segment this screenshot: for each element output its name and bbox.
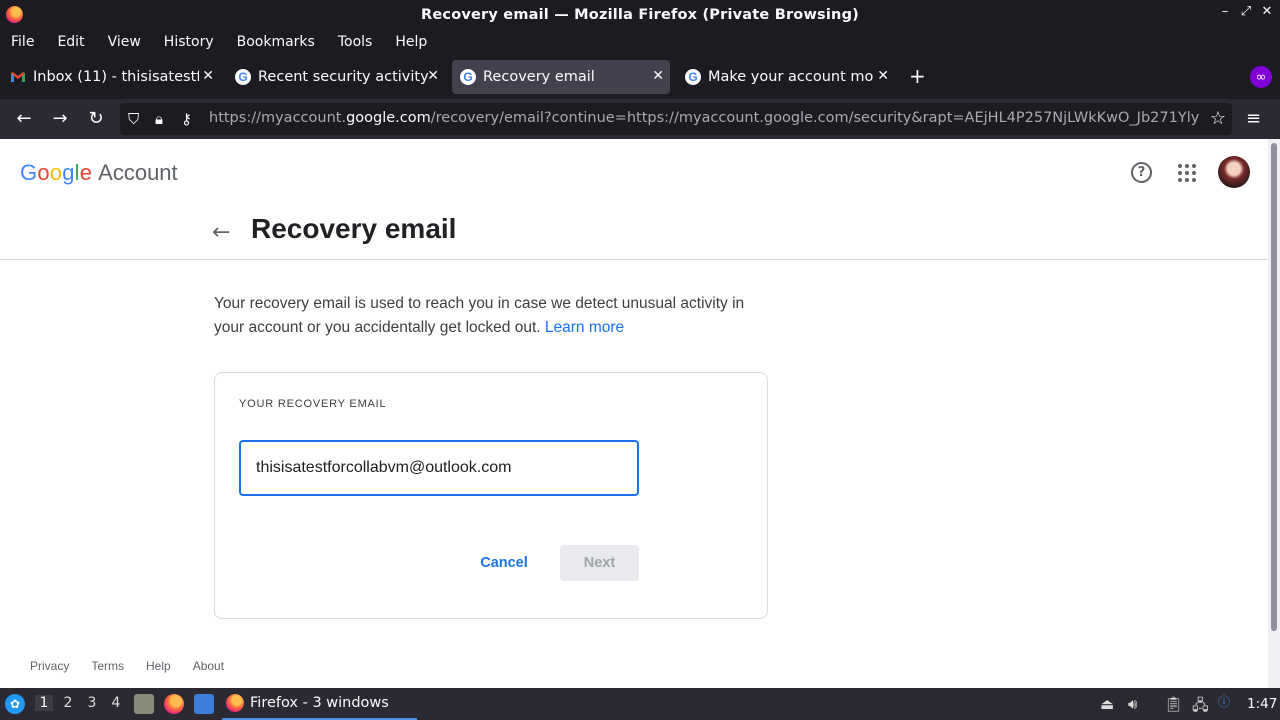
gmail-icon — [10, 69, 26, 85]
menu-tools[interactable]: Tools — [338, 34, 373, 50]
footer-help-link[interactable]: Help — [146, 659, 171, 673]
page-scrollbar[interactable] — [1268, 139, 1280, 688]
private-browsing-icon: ∞ — [1250, 66, 1272, 88]
file-manager-icon[interactable] — [134, 694, 154, 714]
taskbar-firefox-task[interactable]: Firefox - 3 windows — [222, 688, 417, 720]
bookmark-star-icon[interactable]: ☆ — [1210, 108, 1226, 129]
desktop-icon[interactable] — [194, 694, 214, 714]
network-icon[interactable]: 🖧 — [1192, 695, 1209, 720]
next-button[interactable]: Next — [560, 545, 639, 581]
forward-icon[interactable]: → — [48, 108, 72, 129]
minimize-icon[interactable]: – — [1215, 4, 1235, 19]
footer-about-link[interactable]: About — [193, 659, 224, 673]
tab-make-account[interactable]: G Make your account more ✕ — [677, 60, 895, 94]
url-suffix: /recovery/email?continue=https://myaccou… — [430, 110, 1199, 126]
firefox-icon — [226, 694, 244, 712]
start-menu-icon[interactable]: ✿ — [5, 694, 25, 714]
tab-strip: Inbox (11) - thisisatestfor ✕ G Recent s… — [0, 54, 1280, 99]
apps-grid-icon[interactable] — [1178, 164, 1196, 182]
header-divider — [0, 259, 1268, 260]
url-text[interactable]: https://myaccount.google.com/recovery/em… — [209, 110, 1199, 126]
tab-label: Make your account more — [708, 69, 874, 85]
back-arrow-icon[interactable]: ← — [212, 220, 230, 245]
workspace-2[interactable]: 2 — [59, 695, 77, 711]
cancel-button[interactable]: Cancel — [467, 545, 541, 581]
menu-icon[interactable]: ≡ — [1246, 108, 1261, 129]
avatar[interactable] — [1218, 156, 1250, 188]
card-label: YOUR RECOVERY EMAIL — [239, 398, 387, 410]
volume-icon[interactable]: 🔊︎ — [1128, 695, 1137, 713]
back-icon[interactable]: ← — [12, 108, 36, 129]
tab-recovery-email[interactable]: G Recovery email ✕ — [452, 60, 670, 94]
menu-help[interactable]: Help — [395, 34, 427, 50]
shield-icon[interactable]: ⛉ — [128, 110, 139, 128]
close-tab-icon[interactable]: ✕ — [202, 68, 214, 84]
tab-inbox[interactable]: Inbox (11) - thisisatestfor ✕ — [2, 60, 220, 94]
menu-bar: File Edit View History Bookmarks Tools H… — [0, 29, 1280, 54]
clock: 1:47 — [1247, 696, 1278, 712]
tray-update-icon[interactable]: ⏏ — [1100, 695, 1114, 713]
tab-label: Recent security activity — [258, 69, 429, 85]
menu-bookmarks[interactable]: Bookmarks — [237, 34, 315, 50]
clipboard-icon[interactable]: 📋︎ — [1164, 695, 1183, 713]
taskbar: ✿ 1 2 3 4 Firefox - 3 windows ⏏ 🔊︎ 📋︎ 🖧 … — [0, 688, 1280, 720]
new-tab-icon[interactable]: + — [909, 64, 926, 88]
google-wordmark: Google — [20, 160, 93, 185]
workspace-3[interactable]: 3 — [83, 695, 101, 711]
page-content: Google Account ? ← Recovery email Your r… — [0, 139, 1268, 688]
scrollbar-thumb[interactable] — [1271, 143, 1277, 631]
workspace-4[interactable]: 4 — [107, 695, 125, 711]
learn-more-link[interactable]: Learn more — [545, 319, 624, 336]
firefox-launcher-icon[interactable] — [164, 694, 184, 714]
description-text: Your recovery email is used to reach you… — [214, 292, 774, 340]
menu-history[interactable]: History — [164, 34, 214, 50]
window-title: Recovery email — Mozilla Firefox (Privat… — [421, 6, 859, 23]
menu-file[interactable]: File — [11, 34, 34, 50]
url-bar[interactable]: ⛉ 🔒︎ ⚷ https://myaccount.google.com/reco… — [120, 103, 1232, 135]
description-body: Your recovery email is used to reach you… — [214, 295, 745, 336]
close-icon[interactable]: ✕ — [1257, 4, 1277, 19]
close-tab-icon[interactable]: ✕ — [427, 68, 439, 84]
google-account-logo[interactable]: Google Account — [20, 160, 178, 186]
footer-links: Privacy Terms Help About — [30, 659, 246, 673]
footer-privacy-link[interactable]: Privacy — [30, 659, 69, 673]
google-icon: G — [460, 69, 476, 85]
close-tab-icon[interactable]: ✕ — [877, 68, 889, 84]
window-titlebar: Recovery email — Mozilla Firefox (Privat… — [0, 0, 1280, 29]
tab-label: Recovery email — [483, 69, 595, 85]
recovery-email-card: YOUR RECOVERY EMAIL Cancel Next — [214, 372, 768, 619]
footer-terms-link[interactable]: Terms — [91, 659, 124, 673]
notification-icon[interactable]: ⓘ — [1218, 693, 1230, 710]
tab-recent-security[interactable]: G Recent security activity ✕ — [227, 60, 445, 94]
firefox-icon — [6, 6, 23, 23]
key-icon[interactable]: ⚷ — [181, 110, 192, 128]
close-tab-icon[interactable]: ✕ — [652, 68, 664, 84]
menu-view[interactable]: View — [108, 34, 141, 50]
task-label: Firefox - 3 windows — [250, 695, 389, 711]
url-prefix: https://myaccount. — [209, 110, 347, 126]
google-icon: G — [685, 69, 701, 85]
tab-label: Inbox (11) - thisisatestfor — [33, 69, 199, 85]
maximize-icon[interactable]: ⤢ — [1236, 4, 1256, 19]
logo-account-text: Account — [98, 160, 178, 185]
lock-icon[interactable]: 🔒︎ — [155, 110, 163, 128]
recovery-email-input[interactable] — [239, 440, 639, 496]
navigation-bar: ← → ↻ ⛉ 🔒︎ ⚷ https://myaccount.google.co… — [0, 99, 1280, 139]
google-icon: G — [235, 69, 251, 85]
workspace-1[interactable]: 1 — [35, 695, 53, 711]
page-title: Recovery email — [251, 213, 457, 244]
menu-edit[interactable]: Edit — [57, 34, 84, 50]
help-icon[interactable]: ? — [1131, 162, 1152, 183]
reload-icon[interactable]: ↻ — [84, 108, 108, 129]
url-domain: google.com — [346, 110, 431, 126]
